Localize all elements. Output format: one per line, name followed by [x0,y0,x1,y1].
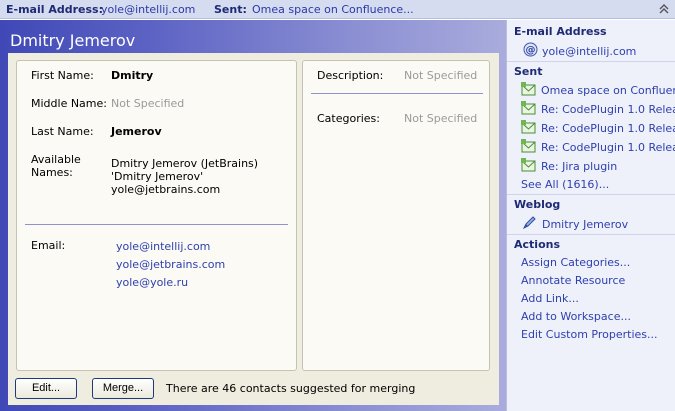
header-sent-label: Sent: [214,3,247,16]
sent-item-link[interactable]: Re: CodePlugin 1.0 Release [541,103,675,116]
categories-value: Not Specified [404,112,478,125]
merge-suggestion-note: There are 46 contacts suggested for merg… [166,382,416,395]
sent-item-link[interactable]: Omea space on Confluence [541,84,675,97]
mail-icon [521,158,536,173]
available-name-item: yole@jetbrains.com [111,183,221,196]
available-name-item: Dmitry Jemerov (JetBrains) [111,157,259,170]
sent-item-link[interactable]: Re: CodePlugin 1.0 Release [541,141,675,154]
merge-button[interactable]: Merge... [92,378,154,399]
mail-icon [521,120,536,135]
fields-divider [25,224,288,225]
description-value: Not Specified [404,69,478,82]
available-names-label-line1: Available [31,153,81,166]
header-sent-link[interactable]: Omea space on Confluence... [252,3,414,16]
mail-icon [521,139,536,154]
middle-name-value: Not Specified [111,97,185,110]
sidebar-sent-heading: Sent [514,65,543,78]
edit-button[interactable]: Edit... [15,378,77,399]
action-add-to-workspace[interactable]: Add to Workspace... [521,310,675,323]
last-name-value: Jemerov [111,125,162,138]
email-label: Email: [31,239,66,252]
action-annotate-resource[interactable]: Annotate Resource [521,274,675,287]
contact-name-title: Dmitry Jemerov [10,31,136,50]
middle-name-label: Middle Name: [31,97,107,110]
contact-details-area: First Name: Dmitry Middle Name: Not Spec… [8,53,499,405]
header-email-label: E-mail Address: [6,3,103,16]
action-assign-categories[interactable]: Assign Categories... [521,256,675,269]
chevron-up-icon[interactable] [657,2,671,16]
mail-icon [521,82,536,97]
at-icon: @ [523,42,538,57]
available-name-item: 'Dmitry Jemerov' [111,170,204,183]
action-add-link[interactable]: Add Link... [521,292,675,305]
email-link[interactable]: yole@yole.ru [116,276,188,289]
sent-item-link[interactable]: Re: CodePlugin 1.0 Release [541,122,675,135]
see-all-sent-link[interactable]: See All (1616)... [521,178,675,191]
sidebar-divider [507,194,675,195]
description-divider [311,93,483,94]
mail-icon [521,101,536,116]
pen-icon [522,215,537,230]
sidebar-email-link[interactable]: yole@intellij.com [542,45,672,58]
email-link[interactable]: yole@intellij.com [116,240,210,253]
header-bar: E-mail Address: yole@intellij.com Sent: … [0,0,675,19]
links-sidebar: E-mail Address @ yole@intellij.com Sent … [506,20,675,411]
contact-card: Dmitry Jemerov First Name: Dmitry Middle… [0,20,506,411]
categories-label: Categories: [317,112,380,125]
first-name-value: Dmitry [111,69,154,82]
description-label: Description: [317,69,384,82]
sidebar-email-heading: E-mail Address [514,25,607,38]
header-email-link[interactable]: yole@intellij.com [101,3,195,16]
svg-text:@: @ [526,45,536,56]
sidebar-weblog-heading: Weblog [514,198,561,211]
description-box: Description: Not Specified Categories: N… [302,60,490,371]
sidebar-divider [507,61,675,62]
weblog-link[interactable]: Dmitry Jemerov [542,218,672,231]
contact-fields-box: First Name: Dmitry Middle Name: Not Spec… [16,60,297,371]
sidebar-divider [507,234,675,235]
available-names-label-line2: Names: [31,166,73,179]
email-link[interactable]: yole@jetbrains.com [116,258,225,271]
last-name-label: Last Name: [31,125,94,138]
action-edit-custom-properties[interactable]: Edit Custom Properties... [521,328,675,341]
first-name-label: First Name: [31,69,94,82]
sidebar-actions-heading: Actions [514,238,560,251]
sent-item-link[interactable]: Re: Jira plugin [541,160,675,173]
